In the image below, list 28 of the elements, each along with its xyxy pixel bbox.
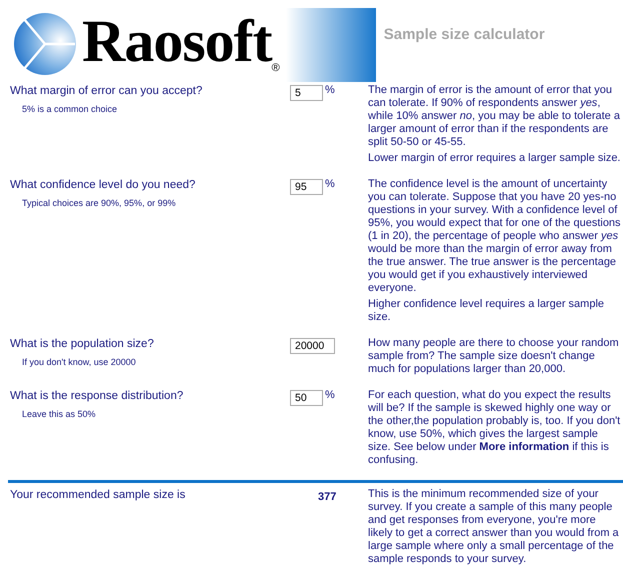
unit-label: % <box>325 389 335 401</box>
description-text: The confidence level is the amount of uncertainty you can tolerate. Suppose that you have 20 yes-no questions in your survey. With a confidence level of 95%, you would expect that for one of the questions (1 in 20), the percentage of people who answer yes would be more than the margin of error away from the true answer. The true answer is the percentage you would get if you exhaustively interviewed everyone. <box>368 178 621 295</box>
unit-label: % <box>325 178 335 190</box>
description-text: How many people are there to choose your random sample from? The sample size doesn't change much for populations larger than 20,000. <box>368 337 620 376</box>
logo-circle-icon <box>12 11 78 77</box>
description-text: For each question, what do you expect the results will be? If the sample is skewed highly one way or the other,the population probably is, too. If you don't know, use 50%, which gives the largest sample size. See below under More information if this is confusing. <box>368 389 621 467</box>
question-hint: If you don't know, use 20000 <box>22 357 137 367</box>
question-label: What is the response distribution? <box>10 389 184 404</box>
page-title: Sample size calculator <box>384 26 545 43</box>
question-hint: 5% is a common choice <box>22 104 118 114</box>
result-value: 377 <box>318 491 336 503</box>
question-hint: Leave this as 50% <box>22 409 97 419</box>
unit-label: % <box>325 84 335 96</box>
input-field[interactable]: 50 <box>290 390 323 406</box>
description-text: Lower margin of error requires a larger sample size. <box>368 152 621 165</box>
input-field[interactable]: 95 <box>290 179 323 195</box>
question-label: What margin of error can you accept? <box>10 84 204 99</box>
question-label: What is the population size? <box>10 337 155 352</box>
input-field[interactable]: 20000 <box>290 338 335 354</box>
input-field[interactable]: 5 <box>290 85 323 101</box>
description-text: The margin of error is the amount of error that you can tolerate. If 90% of respondents answer yes, while 10% answer no, you may be able to tolerate a larger amount of error than if the respondents are split 50-50 or 45-55. <box>368 84 621 149</box>
result-label: Your recommended sample size is <box>10 488 186 503</box>
registered-mark: ® <box>272 62 280 74</box>
question-label: What confidence level do you need? <box>10 178 196 193</box>
logo-wordmark: Raosoft <box>82 8 272 74</box>
question-hint: Typical choices are 90%, 95%, or 99% <box>22 198 177 208</box>
description-text: Higher confidence level requires a larger sample size. <box>368 298 606 324</box>
description-text: This is the minimum recommended size of your survey. If you create a sample of this many people and get responses from everyone, you're more likely to get a correct answer than you would from a large sample where only a small percentage of the sample responds to your survey. <box>368 488 620 566</box>
